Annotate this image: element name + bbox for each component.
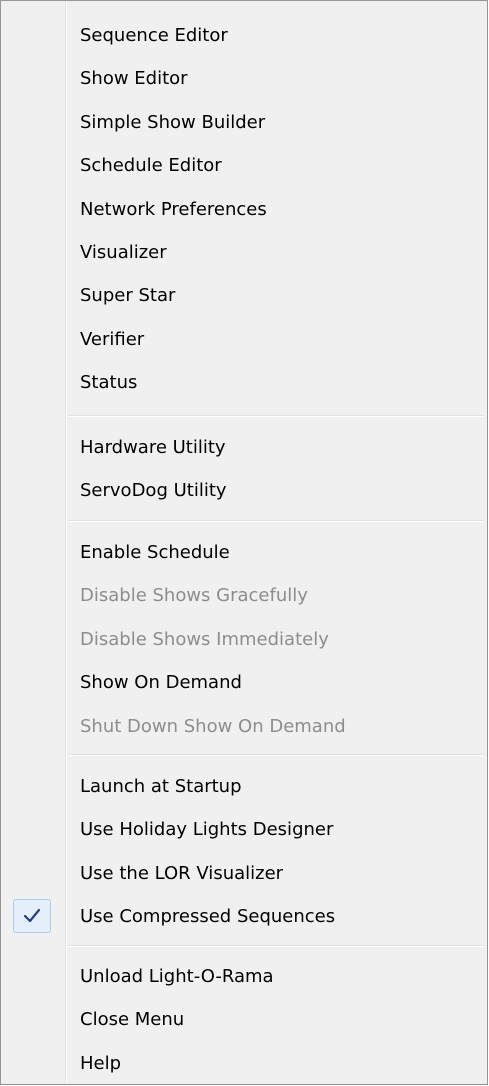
menu-item-use-compressed-sequences[interactable]: Use Compressed Sequences — [1, 895, 487, 938]
menu-item-show-editor[interactable]: Show Editor — [1, 57, 487, 100]
menu-item-unload-light-o-rama[interactable]: Unload Light-O-Rama — [1, 955, 487, 998]
menu-item-launch-at-startup[interactable]: Launch at Startup — [1, 765, 487, 808]
menu-separator — [68, 754, 484, 756]
menu-separator — [68, 415, 484, 417]
checkmark-icon — [13, 899, 51, 934]
menu-item-label: Use Compressed Sequences — [80, 906, 336, 928]
menu-item-simple-show-builder[interactable]: Simple Show Builder — [1, 101, 487, 144]
menu-item-disable-shows-gracefully: Disable Shows Gracefully — [80, 585, 308, 607]
menu-item-status[interactable]: Status — [1, 361, 487, 404]
menu-item-visualizer[interactable]: Visualizer — [1, 231, 487, 274]
menu-group-schedule: Enable Schedule Disable Shows Gracefully… — [1, 531, 487, 748]
menu-separator — [68, 520, 484, 522]
menu-item-super-star[interactable]: Super Star — [1, 274, 487, 317]
menu-item-verifier[interactable]: Verifier — [1, 318, 487, 361]
menu-item-show-on-demand[interactable]: Show On Demand — [1, 661, 487, 704]
menu-item-close-menu[interactable]: Close Menu — [1, 998, 487, 1041]
menu-separator — [68, 945, 484, 947]
menu-item-hardware-utility[interactable]: Hardware Utility — [1, 426, 487, 469]
menu-item-use-lor-visualizer[interactable]: Use the LOR Visualizer — [1, 852, 487, 895]
menu-group-utilities: Hardware Utility ServoDog Utility — [1, 426, 487, 513]
menu-group-editors: Sequence Editor Show Editor Simple Show … — [1, 14, 487, 405]
menu-group-app: Unload Light-O-Rama Close Menu Help — [1, 955, 487, 1085]
menu-item-servodog-utility[interactable]: ServoDog Utility — [1, 469, 487, 512]
menu-group-options: Launch at Startup Use Holiday Lights Des… — [1, 765, 487, 939]
menu-item-use-holiday-lights-designer[interactable]: Use Holiday Lights Designer — [1, 808, 487, 851]
menu-item-sequence-editor[interactable]: Sequence Editor — [1, 14, 487, 57]
menu-item-disable-shows-immediately: Disable Shows Immediately — [80, 628, 329, 650]
menu-item-network-preferences[interactable]: Network Preferences — [1, 188, 487, 231]
menu-item-shut-down-show-on-demand: Shut Down Show On Demand — [80, 715, 346, 737]
menu-item-help[interactable]: Help — [1, 1042, 487, 1085]
menu-item-schedule-editor[interactable]: Schedule Editor — [1, 144, 487, 187]
menu-item-enable-schedule[interactable]: Enable Schedule — [1, 531, 487, 574]
context-menu: Sequence Editor Show Editor Simple Show … — [0, 0, 488, 1085]
